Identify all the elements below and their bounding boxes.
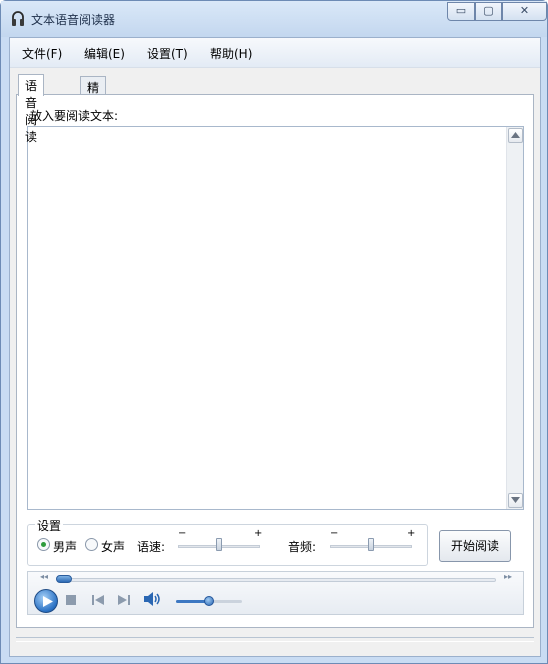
seek-track[interactable] — [58, 578, 496, 582]
text-prompt-label: 放入要阅读文本: — [30, 109, 119, 123]
play-icon — [42, 596, 53, 607]
menu-file[interactable]: 文件(F) — [22, 45, 62, 62]
maximize-icon: ▢ — [483, 4, 494, 17]
speed-min-symbol: − — [178, 528, 187, 539]
settings-group: 设置 男声 女声 语速: − + 音频: − + — [27, 517, 428, 566]
menu-edit[interactable]: 编辑(E) — [84, 45, 125, 62]
close-icon: ✕ — [519, 4, 530, 17]
next-icon[interactable] — [118, 594, 130, 608]
close-button[interactable]: ✕ — [502, 2, 547, 21]
window-title: 文本语音阅读器 — [31, 13, 116, 27]
settings-legend: 设置 — [35, 517, 64, 534]
female-voice-radio[interactable] — [85, 538, 98, 551]
menu-settings[interactable]: 设置(T) — [147, 45, 188, 62]
male-voice-radio[interactable] — [37, 538, 50, 551]
status-divider — [16, 637, 534, 642]
scroll-down-button[interactable] — [508, 493, 523, 508]
speed-max-symbol: + — [254, 528, 263, 539]
speed-slider-thumb[interactable] — [216, 538, 222, 551]
scroll-up-button[interactable] — [508, 128, 523, 143]
tab-voice-reading[interactable]: 语音阅读 — [18, 74, 45, 144]
player-volume-thumb[interactable] — [204, 596, 214, 606]
title-bar[interactable]: 文本语音阅读器 ▭ ▢ ✕ — [1, 1, 547, 37]
speed-label: 语速: — [137, 540, 166, 554]
fast-forward-icon[interactable]: ▸▸ — [504, 572, 512, 581]
minimize-button[interactable]: ▭ — [447, 2, 475, 21]
volume-max-symbol: + — [407, 528, 416, 539]
rewind-icon[interactable]: ◂◂ — [40, 572, 48, 581]
vertical-scrollbar[interactable] — [506, 127, 523, 509]
chevron-down-icon — [511, 497, 520, 503]
media-player: ◂◂ ▸▸ — [27, 571, 524, 615]
female-voice-label[interactable]: 女声 — [101, 538, 125, 555]
previous-icon[interactable] — [92, 594, 104, 608]
reading-text-area[interactable] — [27, 126, 524, 510]
main-window: 文本语音阅读器 ▭ ▢ ✕ 文件(F) 编辑(E) 设置(T) 帮助(H) 语音… — [0, 0, 548, 664]
male-voice-label[interactable]: 男声 — [53, 538, 77, 555]
menu-bar: 文件(F) 编辑(E) 设置(T) 帮助(H) — [10, 38, 540, 68]
minimize-icon: ▭ — [455, 4, 467, 17]
headphones-icon — [12, 11, 24, 26]
seek-thumb[interactable] — [56, 575, 72, 583]
tab-featured-software[interactable]: 精品软件 — [80, 76, 107, 146]
volume-min-symbol: − — [330, 528, 339, 539]
chevron-up-icon — [511, 132, 520, 138]
client-area: 文件(F) 编辑(E) 设置(T) 帮助(H) 语音阅读 精品软件 放入要阅读文… — [9, 37, 541, 657]
speaker-icon[interactable] — [144, 592, 162, 609]
menu-help[interactable]: 帮助(H) — [210, 45, 252, 62]
start-reading-button[interactable]: 开始阅读 — [439, 530, 511, 562]
play-button[interactable] — [34, 589, 58, 613]
maximize-button[interactable]: ▢ — [475, 2, 502, 21]
volume-slider-thumb[interactable] — [368, 538, 374, 551]
volume-label: 音频: — [288, 540, 317, 554]
stop-icon[interactable] — [66, 594, 76, 608]
